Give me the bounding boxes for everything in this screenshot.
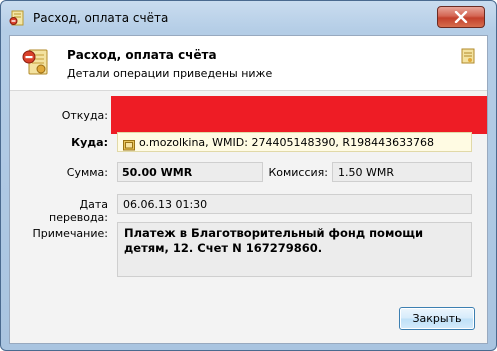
note-value: Платеж в Благотворительный фонд помощи д…: [124, 226, 424, 255]
commission-field[interactable]: 1.50 WMR: [332, 162, 472, 182]
note-icon: [459, 47, 477, 65]
window-title: Расход, оплата счёта: [33, 11, 169, 25]
dialog-header: Расход, оплата счёта Детали операции при…: [10, 36, 487, 91]
date-value: 06.06.13 01:30: [123, 198, 208, 211]
header-subtitle: Детали операции приведены ниже: [67, 67, 273, 80]
webmoney-invoice-icon: [9, 10, 25, 26]
to-field[interactable]: o.mozolkina, WMID: 274405148390, R198443…: [117, 132, 472, 152]
close-dialog-button[interactable]: Закрыть: [399, 307, 475, 330]
invoice-payment-icon: [22, 48, 50, 78]
redacted-from-field: [111, 96, 487, 134]
to-value: o.mozolkina, WMID: 274405148390, R198443…: [139, 136, 435, 149]
close-button[interactable]: [437, 6, 485, 28]
commission-label: Комиссия:: [268, 166, 328, 179]
dialog-content: Расход, оплата счёта Детали операции при…: [9, 35, 488, 344]
title-bar[interactable]: Расход, оплата счёта: [1, 1, 496, 35]
amount-field[interactable]: 50.00 WMR: [117, 162, 263, 182]
date-field[interactable]: 06.06.13 01:30: [117, 194, 472, 214]
close-button-label: Закрыть: [412, 312, 462, 325]
commission-value: 1.50 WMR: [338, 166, 394, 179]
dialog-window: Расход, оплата счёта Расход, оплата счёт…: [0, 0, 497, 351]
date-label: Дата перевода:: [49, 198, 108, 224]
amount-value: 50.00 WMR: [122, 166, 193, 179]
note-label: Примечание:: [32, 227, 108, 240]
to-label: Куда:: [71, 136, 108, 149]
close-x-icon: [454, 8, 468, 27]
header-title: Расход, оплата счёта: [67, 48, 217, 62]
note-field[interactable]: Платеж в Благотворительный фонд помощи д…: [117, 222, 472, 277]
wallet-icon: [123, 136, 135, 151]
amount-label: Сумма:: [66, 166, 108, 179]
from-label: Откуда:: [61, 109, 108, 122]
